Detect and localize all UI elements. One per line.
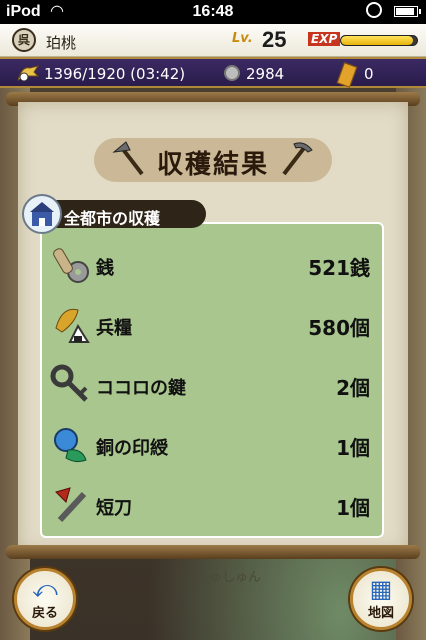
player-header: 呉 珀桃 Lv. 25 EXP [0, 24, 426, 57]
clan-badge-icon: 呉 [12, 28, 36, 52]
castle-icon [22, 194, 62, 234]
item-name: ココロの鍵 [96, 378, 186, 399]
list-item: ココロの鍵 2個 [48, 362, 378, 410]
list-item: 銭 521銭 [48, 242, 378, 290]
item-name: 兵糧 [96, 318, 132, 339]
item-value: 1個 [336, 436, 370, 460]
map-button[interactable]: ▦ 地図 [350, 568, 412, 630]
coin-stack-icon [53, 248, 89, 283]
stamina-value: 1396/1920 (03:42) [44, 65, 186, 83]
back-button-label: 戻る [31, 606, 58, 621]
dagger-icon [55, 487, 87, 523]
clock: 16:48 [192, 3, 234, 20]
back-button[interactable]: ⤺ 戻る [14, 568, 76, 630]
rotation-lock-icon [366, 2, 382, 18]
battery-icon [394, 6, 421, 17]
list-item: 銅の印綬 1個 [48, 422, 378, 470]
ticket-icon [336, 62, 358, 88]
item-name: 短刀 [96, 498, 132, 519]
exp-progress-bar [340, 35, 418, 46]
list-item: 短刀 1個 [48, 482, 378, 530]
provisions-icon [55, 308, 90, 343]
ticket-value: 0 [364, 65, 374, 83]
axe-icon [112, 141, 144, 176]
exp-label: EXP [308, 32, 341, 46]
item-value: 580個 [308, 316, 370, 340]
coin-value: 2984 [246, 65, 285, 83]
item-value: 2個 [336, 376, 370, 400]
coin-icon [224, 65, 240, 81]
item-name: 銭 [96, 258, 114, 279]
item-name: 銅の印綬 [96, 438, 168, 459]
scroll-rod-bottom [6, 545, 420, 559]
level-value: 25 [262, 27, 287, 52]
back-arrow-icon: ⤺ [32, 575, 58, 603]
map-city-reading: じゅしゅん [196, 570, 262, 585]
heart-key-icon [50, 364, 88, 402]
status-bar: iPod ◠ 16:48 [0, 0, 426, 24]
map-icon: ▦ [369, 575, 393, 603]
resource-bar: 1396/1920 (03:42) 2984 0 [0, 57, 426, 88]
item-value: 1個 [336, 496, 370, 520]
stamina-icon [17, 65, 40, 82]
map-button-label: 地図 [367, 606, 394, 621]
section-title: 全都市の収穫 [64, 209, 161, 228]
level-label: Lv. [232, 31, 253, 46]
copper-seal-icon [54, 428, 87, 463]
player-name: 珀桃 [46, 34, 77, 52]
item-value: 521銭 [308, 256, 370, 280]
castle-glyph [30, 202, 54, 226]
pickaxe-icon [282, 142, 313, 176]
list-item: 兵糧 580個 [48, 302, 378, 350]
